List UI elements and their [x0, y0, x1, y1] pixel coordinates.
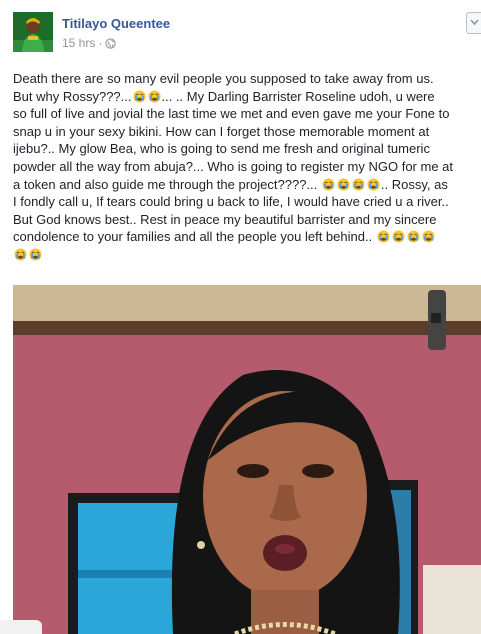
post-line: I fondly call u, If tears could bring u …	[13, 194, 449, 210]
chevron-down-icon	[470, 19, 479, 26]
post-line: snap u in your sexy bikini. How can I fo…	[13, 123, 430, 139]
post-line: condolence to your families and all the …	[13, 228, 481, 246]
meta-separator: ·	[98, 36, 103, 50]
post-line: But God knows best.. Rest in peace my be…	[13, 211, 437, 227]
crying-face-icon	[407, 230, 420, 243]
post-options-button[interactable]	[466, 12, 481, 34]
audience-globe-icon[interactable]	[105, 37, 116, 49]
post-timestamp[interactable]: 15 hrs	[62, 36, 95, 50]
post-line: a token and also guide me through the pr…	[13, 176, 481, 194]
post-text: condolence to your families and all the …	[13, 229, 373, 245]
crying-face-icon	[132, 90, 146, 103]
post-meta: 15 hrs ·	[62, 36, 116, 50]
crying-face-icon	[392, 230, 405, 243]
selfie-photo-illustration	[13, 285, 481, 634]
post-line: But why Rossy???... ... .. My Darling Bar…	[13, 88, 481, 106]
crying-face-icon	[337, 178, 350, 191]
author-name[interactable]: Titilayo Queentee	[62, 16, 170, 31]
post-text: ... .. My Darling Barrister Roseline udo…	[161, 88, 435, 104]
crying-face-icon	[367, 178, 380, 191]
bottom-edge-tab	[0, 620, 42, 634]
crying-face-icon	[422, 230, 435, 243]
post-text: But why Rossy???...	[13, 88, 132, 104]
post-text: a token and also guide me through the pr…	[13, 176, 318, 192]
post-line	[13, 246, 481, 264]
crying-face-icon	[377, 230, 390, 243]
crying-face-icon	[352, 178, 365, 191]
post-text: .. Rossy, as	[380, 176, 448, 192]
facebook-post: Titilayo Queentee 15 hrs · Death there a…	[0, 0, 481, 634]
post-photo[interactable]	[13, 285, 481, 634]
crying-face-icon	[147, 90, 161, 103]
post-line: Death there are so many evil people you …	[13, 71, 434, 86]
post-line: ijebu?.. My glow Bea, who is going to se…	[13, 141, 430, 157]
post-body: Death there are so many evil people you …	[13, 70, 481, 264]
avatar-photo-icon	[13, 12, 53, 52]
post-line: so full of live and jovial the last time…	[13, 106, 450, 122]
crying-face-icon	[322, 178, 335, 191]
crying-face-icon	[14, 248, 27, 261]
post-line: powder all the way from abuja?... Who is…	[13, 158, 454, 174]
author-avatar[interactable]	[13, 12, 53, 52]
crying-face-icon	[29, 248, 42, 261]
